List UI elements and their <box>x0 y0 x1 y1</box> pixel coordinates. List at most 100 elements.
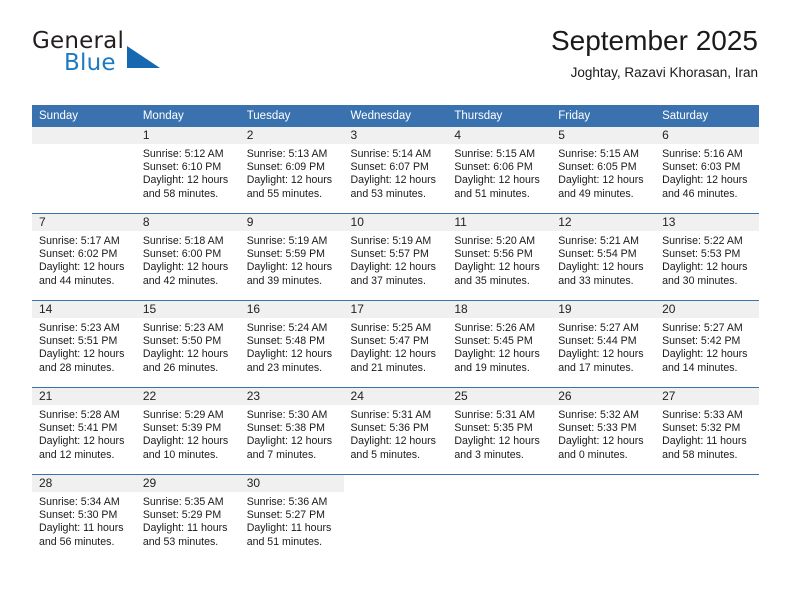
weekday-header-saturday: Saturday <box>655 105 759 127</box>
calendar-day-cell[interactable]: 11 Sunrise: 5:20 AM Sunset: 5:56 PM Dayligh… <box>447 213 552 301</box>
calendar-day-cell[interactable]: 30 Sunrise: 5:36 AM Sunset: 5:27 PM Dayligh… <box>239 474 344 561</box>
calendar-day-cell[interactable]: 29 Sunrise: 5:35 AM Sunset: 5:29 PM Dayligh… <box>135 474 240 561</box>
day-detail-line: and 19 minutes. <box>454 361 530 374</box>
day-detail-line: Daylight: 12 hours <box>39 435 125 448</box>
day-number <box>32 127 136 144</box>
calendar-day-cell[interactable]: 27 Sunrise: 5:33 AM Sunset: 5:32 PM Dayligh… <box>655 387 759 475</box>
day-detail-line: Sunset: 5:36 PM <box>350 422 429 435</box>
calendar-week-row: 1 Sunrise: 5:12 AM Sunset: 6:10 PM Daylight… <box>32 127 759 214</box>
calendar-day-cell[interactable]: 23 Sunrise: 5:30 AM Sunset: 5:38 PM Dayligh… <box>239 387 344 475</box>
day-detail-line: Sunrise: 5:33 AM <box>662 409 743 421</box>
day-detail-line: Sunrise: 5:27 AM <box>662 322 743 334</box>
day-detail-line: and 12 minutes. <box>39 448 115 461</box>
day-detail-line: Daylight: 12 hours <box>558 261 644 274</box>
calendar-day-cell[interactable]: 9 Sunrise: 5:19 AM Sunset: 5:59 PM Daylight… <box>239 213 344 301</box>
day-detail-line: Sunrise: 5:28 AM <box>39 409 120 421</box>
calendar-empty-cell <box>655 474 759 561</box>
day-detail-line: Sunrise: 5:25 AM <box>350 322 432 334</box>
day-detail-line: Daylight: 12 hours <box>246 261 333 274</box>
day-detail-line: and 21 minutes. <box>350 361 426 374</box>
day-detail-line: Sunset: 5:29 PM <box>142 509 222 522</box>
calendar-day-cell[interactable]: 10 Sunrise: 5:19 AM Sunset: 5:57 PM Dayligh… <box>343 213 448 301</box>
day-number <box>343 475 448 492</box>
day-details: Sunrise: 5:17 AM Sunset: 6:02 PM Daylight:… <box>32 231 136 288</box>
day-detail-line: and 26 minutes. <box>142 361 219 374</box>
day-details: Sunrise: 5:30 AM Sunset: 5:38 PM Daylight:… <box>240 405 344 462</box>
calendar-day-cell[interactable]: 20 Sunrise: 5:27 AM Sunset: 5:42 PM Dayligh… <box>655 300 759 388</box>
calendar-day-cell[interactable]: 19 Sunrise: 5:27 AM Sunset: 5:44 PM Dayligh… <box>551 300 656 388</box>
calendar-day-cell[interactable]: 1 Sunrise: 5:12 AM Sunset: 6:10 PM Daylight… <box>135 127 240 214</box>
day-detail-line: Daylight: 12 hours <box>246 435 333 448</box>
day-number: 30 <box>239 475 344 492</box>
day-detail-line: and 14 minutes. <box>662 361 738 374</box>
day-detail-line: Sunrise: 5:31 AM <box>350 409 432 421</box>
day-number <box>655 475 759 492</box>
day-detail-line: Sunrise: 5:15 AM <box>454 148 536 160</box>
calendar-day-cell[interactable]: 8 Sunrise: 5:18 AM Sunset: 6:00 PM Daylight… <box>135 213 240 301</box>
page-subtitle: Joghtay, Razavi Khorasan, Iran <box>570 65 758 80</box>
calendar-day-cell[interactable]: 13 Sunrise: 5:22 AM Sunset: 5:53 PM Dayligh… <box>655 213 759 301</box>
day-number: 7 <box>32 214 136 231</box>
weekday-header-monday: Monday <box>135 105 240 127</box>
calendar-day-cell[interactable]: 26 Sunrise: 5:32 AM Sunset: 5:33 PM Dayligh… <box>551 387 656 475</box>
calendar-day-cell[interactable]: 5 Sunrise: 5:15 AM Sunset: 6:05 PM Daylight… <box>551 127 656 214</box>
day-detail-line: Sunset: 5:50 PM <box>142 335 222 348</box>
day-detail-line: Daylight: 12 hours <box>454 261 540 274</box>
day-details: Sunrise: 5:25 AM Sunset: 5:47 PM Daylight:… <box>344 318 448 375</box>
day-detail-line: and 53 minutes. <box>142 535 219 548</box>
calendar-day-cell[interactable]: 12 Sunrise: 5:21 AM Sunset: 5:54 PM Dayligh… <box>551 213 656 301</box>
day-detail-line: Sunset: 5:30 PM <box>39 509 118 522</box>
day-detail-line: Sunset: 5:38 PM <box>246 422 326 435</box>
day-details: Sunrise: 5:32 AM Sunset: 5:33 PM Daylight:… <box>551 405 655 462</box>
calendar-day-cell[interactable]: 4 Sunrise: 5:15 AM Sunset: 6:06 PM Daylight… <box>447 127 552 214</box>
day-number: 20 <box>655 301 759 318</box>
day-detail-line: and 49 minutes. <box>558 187 634 200</box>
calendar-empty-cell <box>32 127 136 214</box>
day-detail-line: Sunrise: 5:22 AM <box>662 235 743 247</box>
calendar-day-cell[interactable]: 14 Sunrise: 5:23 AM Sunset: 5:51 PM Dayligh… <box>32 300 136 388</box>
calendar-day-cell[interactable]: 6 Sunrise: 5:16 AM Sunset: 6:03 PM Daylight… <box>655 127 759 214</box>
calendar-day-cell[interactable]: 22 Sunrise: 5:29 AM Sunset: 5:39 PM Dayligh… <box>135 387 240 475</box>
day-detail-line: Sunset: 5:48 PM <box>246 335 326 348</box>
day-number: 28 <box>32 475 136 492</box>
day-detail-line: Sunrise: 5:18 AM <box>142 235 224 247</box>
day-details: Sunrise: 5:34 AM Sunset: 5:30 PM Daylight:… <box>32 492 136 549</box>
day-detail-line: Daylight: 12 hours <box>142 435 229 448</box>
calendar-day-cell[interactable]: 25 Sunrise: 5:31 AM Sunset: 5:35 PM Dayligh… <box>447 387 552 475</box>
day-detail-line: and 35 minutes. <box>454 274 530 287</box>
day-detail-line: and 33 minutes. <box>558 274 634 287</box>
calendar-table: Sunday Monday Tuesday Wednesday Thursday Frid… <box>32 105 759 561</box>
day-details: Sunrise: 5:21 AM Sunset: 5:54 PM Daylight:… <box>551 231 655 288</box>
calendar-day-cell[interactable]: 16 Sunrise: 5:24 AM Sunset: 5:48 PM Dayligh… <box>239 300 344 388</box>
day-number: 16 <box>239 301 344 318</box>
calendar-day-cell[interactable]: 28 Sunrise: 5:34 AM Sunset: 5:30 PM Dayligh… <box>32 474 136 561</box>
calendar-day-cell[interactable]: 3 Sunrise: 5:14 AM Sunset: 6:07 PM Daylight… <box>343 127 448 214</box>
day-details: Sunrise: 5:23 AM Sunset: 5:50 PM Daylight:… <box>136 318 240 375</box>
general-blue-logo[interactable]: General Blue <box>32 28 262 88</box>
day-detail-line: Sunset: 6:00 PM <box>142 248 222 261</box>
day-number: 11 <box>447 214 552 231</box>
day-detail-line: and 30 minutes. <box>662 274 738 287</box>
calendar-day-cell[interactable]: 15 Sunrise: 5:23 AM Sunset: 5:50 PM Dayligh… <box>135 300 240 388</box>
day-number: 5 <box>551 127 656 144</box>
day-detail-line: Daylight: 12 hours <box>454 348 540 361</box>
day-detail-line: Sunrise: 5:16 AM <box>662 148 743 160</box>
day-details: Sunrise: 5:36 AM Sunset: 5:27 PM Daylight:… <box>240 492 344 549</box>
day-detail-line: Daylight: 12 hours <box>662 348 748 361</box>
calendar-day-cell[interactable]: 2 Sunrise: 5:13 AM Sunset: 6:09 PM Daylight… <box>239 127 344 214</box>
calendar-day-cell[interactable]: 18 Sunrise: 5:26 AM Sunset: 5:45 PM Dayligh… <box>447 300 552 388</box>
day-number: 27 <box>655 388 759 405</box>
day-details: Sunrise: 5:15 AM Sunset: 6:05 PM Daylight:… <box>551 144 655 201</box>
day-details: Sunrise: 5:16 AM Sunset: 6:03 PM Daylight:… <box>655 144 759 201</box>
day-detail-line: Daylight: 11 hours <box>142 522 228 535</box>
calendar-day-cell[interactable]: 7 Sunrise: 5:17 AM Sunset: 6:02 PM Daylight… <box>32 213 136 301</box>
day-details: Sunrise: 5:26 AM Sunset: 5:45 PM Daylight:… <box>447 318 551 375</box>
day-detail-line: Daylight: 12 hours <box>454 174 540 187</box>
day-detail-line: Sunset: 5:56 PM <box>454 248 533 261</box>
day-detail-line: Sunset: 5:44 PM <box>558 335 637 348</box>
calendar-day-cell[interactable]: 24 Sunrise: 5:31 AM Sunset: 5:36 PM Dayligh… <box>343 387 448 475</box>
calendar-day-cell[interactable]: 17 Sunrise: 5:25 AM Sunset: 5:47 PM Dayligh… <box>343 300 448 388</box>
day-detail-line: Sunrise: 5:31 AM <box>454 409 536 421</box>
day-number: 24 <box>343 388 448 405</box>
calendar-day-cell[interactable]: 21 Sunrise: 5:28 AM Sunset: 5:41 PM Dayligh… <box>32 387 136 475</box>
